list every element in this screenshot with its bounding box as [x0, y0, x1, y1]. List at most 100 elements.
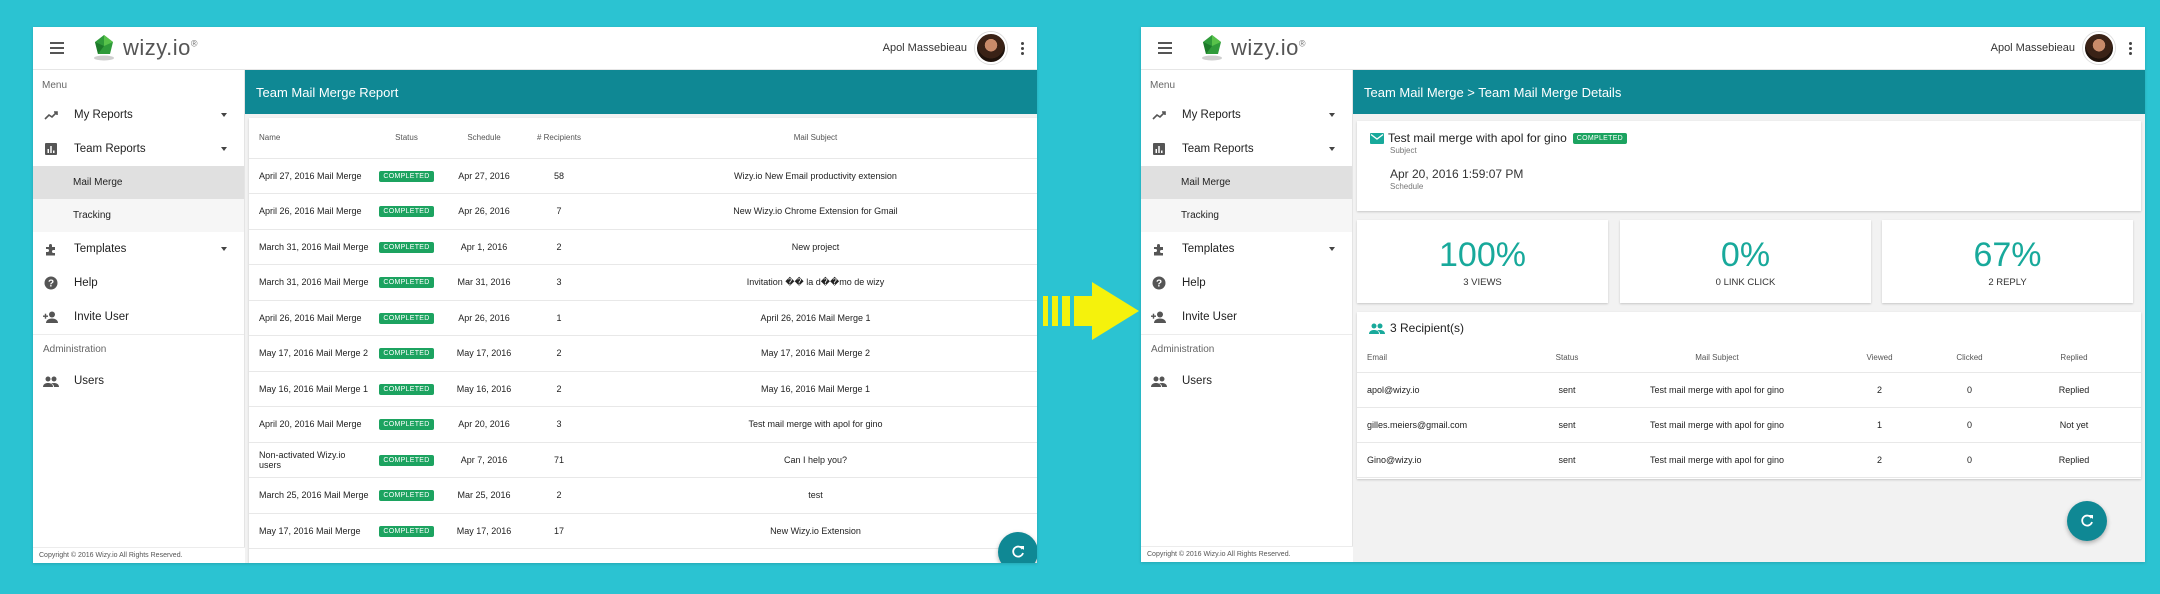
table-row[interactable]: apol@wizy.io sent Test mail merge with apo… — [1357, 372, 2141, 408]
brand-logo[interactable]: wizy.io® — [91, 27, 198, 70]
cell-viewed: 2 — [1827, 442, 1932, 478]
table-row[interactable]: April 20, 2016 Mail Merge COMPLETED Apr 20… — [249, 406, 1037, 443]
stat-label: 2 REPLY — [1988, 277, 2027, 288]
cell-schedule: Mar 25, 2016 — [444, 477, 524, 514]
sidebar-item-help[interactable]: ? Help — [1141, 266, 1352, 300]
table-row[interactable]: April 27, 2016 Mail Merge COMPLETED Apr 27… — [249, 158, 1037, 194]
user-name: Apol Massebieau — [882, 42, 967, 54]
sidebar-item-label: Templates — [74, 243, 127, 255]
status-badge: COMPLETED — [379, 490, 434, 502]
status-badge: COMPLETED — [379, 241, 434, 253]
col-header-replied[interactable]: Replied — [2007, 344, 2141, 373]
help-icon: ? — [1151, 275, 1167, 291]
table-row[interactable]: March 31, 2016 Mail Merge COMPLETED Apr 1,… — [249, 229, 1037, 265]
cell-subject: New project — [594, 229, 1037, 265]
menu-icon[interactable] — [1150, 33, 1180, 63]
table-row[interactable]: April 26, 2016 Mail Merge COMPLETED Apr 26… — [249, 193, 1037, 230]
sidebar-item-tracking[interactable]: Tracking — [33, 199, 244, 232]
sidebar-item-team-reports[interactable]: Team Reports — [1141, 132, 1352, 166]
col-header-subject[interactable]: Mail Subject — [1607, 344, 1827, 373]
menu-icon[interactable] — [42, 33, 72, 63]
col-header-schedule[interactable]: Schedule — [444, 118, 524, 159]
refresh-button[interactable] — [2067, 501, 2107, 541]
person-add-icon — [43, 309, 59, 325]
schedule-date: Apr 20, 2016 1:59:07 PM — [1390, 167, 1524, 181]
status-badge: COMPLETED — [1572, 132, 1628, 144]
help-icon: ? — [43, 275, 59, 291]
svg-text:?: ? — [1156, 279, 1162, 290]
chevron-down-icon — [1329, 113, 1335, 117]
cell-replied: Replied — [2007, 372, 2141, 408]
sidebar-item-templates[interactable]: Templates — [33, 232, 244, 266]
sidebar-item-templates[interactable]: Templates — [1141, 232, 1352, 266]
cell-recipients: 2 — [524, 477, 594, 514]
sidebar-item-mail-merge[interactable]: Mail Merge — [1141, 166, 1352, 199]
col-header-subject[interactable]: Mail Subject — [594, 118, 1037, 159]
cell-schedule: May 17, 2016 — [444, 335, 524, 372]
sidebar-item-my-reports[interactable]: My Reports — [1141, 98, 1352, 132]
stat-card-link-click: 0% 0 LINK CLICK — [1620, 220, 1871, 303]
col-header-status[interactable]: Status — [1527, 344, 1607, 373]
table-row[interactable]: May 17, 2016 Mail Merge 2 COMPLETED May 17… — [249, 335, 1037, 372]
avatar[interactable] — [975, 32, 1007, 64]
cell-schedule: Apr 20, 2016 — [444, 406, 524, 443]
sidebar-item-label: Help — [74, 277, 98, 289]
cell-subject: Invitation �� la d��mo de wizy — [594, 264, 1037, 301]
cell-replied: Replied — [2007, 442, 2141, 478]
subject-card: Test mail merge with apol for gino COMPL… — [1357, 121, 2141, 211]
cell-status: COMPLETED — [369, 229, 444, 265]
col-header-name[interactable]: Name — [249, 118, 369, 159]
col-header-email[interactable]: Email — [1357, 344, 1527, 373]
sidebar-item-invite-user[interactable]: Invite User — [1141, 300, 1352, 334]
cell-status: COMPLETED — [369, 442, 444, 478]
table-row[interactable]: gilles.meiers@gmail.com sent Test mail mer… — [1357, 407, 2141, 443]
col-header-recipients[interactable]: # Recipients — [524, 118, 594, 159]
trending-up-icon — [43, 107, 59, 123]
report-table-card: Name Status Schedule # Recipients Mail S… — [249, 118, 1037, 563]
page-title: Team Mail Merge Report — [245, 70, 1037, 114]
cell-recipients: 7 — [524, 193, 594, 230]
brand-logo[interactable]: wizy.io® — [1199, 27, 1306, 70]
table-row[interactable]: May 17, 2016 Mail Merge COMPLETED May 17, … — [249, 513, 1037, 549]
sidebar-item-my-reports[interactable]: My Reports — [33, 98, 244, 132]
cell-recipients: 2 — [524, 335, 594, 372]
sidebar-item-users[interactable]: Users — [1141, 364, 1352, 398]
sidebar-item-help[interactable]: ? Help — [33, 266, 244, 300]
table-row[interactable]: March 25, 2016 Mail Merge COMPLETED Mar 25… — [249, 477, 1037, 514]
sidebar-item-invite-user[interactable]: Invite User — [33, 300, 244, 334]
chevron-down-icon — [221, 113, 227, 117]
table-row[interactable]: Non-activated Wizy.io users COMPLETED Apr … — [249, 442, 1037, 478]
refresh-icon — [1012, 545, 1024, 558]
cell-schedule: May 17, 2016 — [444, 513, 524, 549]
table-row[interactable]: May 16, 2016 Mail Merge 1 COMPLETED May 16… — [249, 371, 1037, 407]
more-vert-icon[interactable] — [1007, 41, 1037, 55]
chevron-down-icon — [221, 147, 227, 151]
wizy-logo-icon — [1202, 35, 1222, 61]
col-header-clicked[interactable]: Clicked — [1932, 344, 2007, 373]
status-badge: COMPLETED — [379, 525, 434, 537]
table-row[interactable]: March 31, 2016 Mail Merge COMPLETED Mar 31… — [249, 264, 1037, 301]
cell-status: sent — [1527, 372, 1607, 408]
cell-name: March 25, 2016 Mail Merge — [249, 477, 369, 514]
avatar[interactable] — [2083, 32, 2115, 64]
sidebar-item-label: Team Reports — [74, 143, 146, 155]
refresh-button[interactable] — [998, 532, 1037, 563]
cell-name: May 16, 2016 Mail Merge 1 — [249, 371, 369, 407]
breadcrumb: Team Mail Merge > Team Mail Merge Detail… — [1353, 70, 2145, 114]
sidebar-item-mail-merge[interactable]: Mail Merge — [33, 166, 244, 199]
table-row[interactable]: Gino@wizy.io sent Test mail merge with apo… — [1357, 442, 2141, 478]
table-row[interactable]: April 26, 2016 Mail Merge COMPLETED Apr 26… — [249, 300, 1037, 336]
cell-recipients: 2 — [524, 229, 594, 265]
cell-subject: Test mail merge with apol for gino — [1607, 442, 1827, 478]
status-badge: COMPLETED — [379, 277, 434, 289]
col-header-status[interactable]: Status — [369, 118, 444, 159]
status-badge: COMPLETED — [379, 383, 434, 395]
more-vert-icon[interactable] — [2115, 41, 2145, 55]
cell-status: COMPLETED — [369, 335, 444, 372]
col-header-viewed[interactable]: Viewed — [1827, 344, 1932, 373]
sidebar-item-team-reports[interactable]: Team Reports — [33, 132, 244, 166]
sidebar-item-tracking[interactable]: Tracking — [1141, 199, 1352, 232]
recipients-title: 3 Recipient(s) — [1357, 312, 2141, 344]
sidebar-item-users[interactable]: Users — [33, 364, 244, 398]
people-icon — [1151, 373, 1167, 389]
